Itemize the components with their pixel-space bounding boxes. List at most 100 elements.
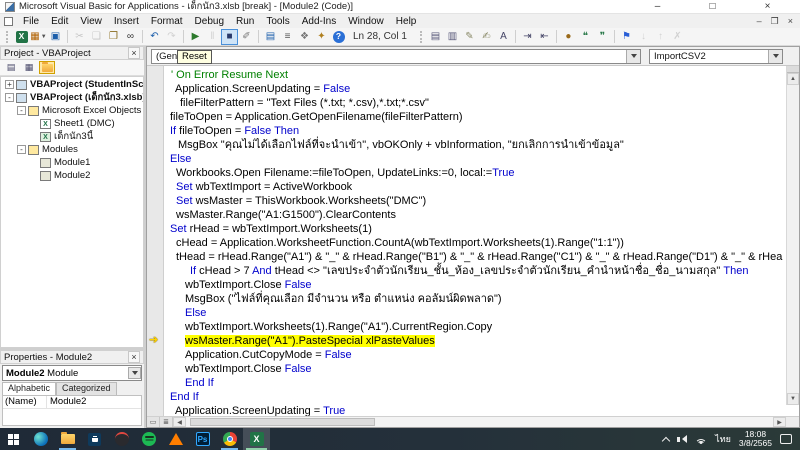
object-browser-icon[interactable]: ❖: [296, 29, 313, 45]
horizontal-scrollbar[interactable]: ▭ ≣ ◀ ▶: [147, 416, 799, 427]
taskbar-store-icon[interactable]: [81, 428, 108, 450]
project-panel-close-icon[interactable]: ×: [128, 47, 140, 59]
copy-icon[interactable]: ❏: [88, 29, 105, 45]
clock[interactable]: 18:08 3/8/2565: [739, 430, 772, 449]
code-line[interactable]: End If: [165, 390, 785, 404]
tab-categorized[interactable]: Categorized: [56, 382, 117, 395]
code-line[interactable]: Application.CutCopyMode = False: [165, 348, 785, 362]
chevron-down-icon[interactable]: [626, 50, 640, 63]
code-line[interactable]: Set wsMaster = ThisWorkbook.Worksheets("…: [165, 194, 785, 208]
taskbar-excel-icon[interactable]: X: [243, 428, 270, 450]
code-line[interactable]: Else: [165, 152, 785, 166]
menu-tools[interactable]: Tools: [260, 16, 295, 27]
design-mode-icon[interactable]: ✐: [238, 29, 255, 45]
chevron-down-icon[interactable]: [128, 367, 141, 379]
code-line[interactable]: wsMaster.Range("A1:G1500").ClearContents: [165, 208, 785, 222]
code-line[interactable]: Set wbTextImport = ActiveWorkbook: [165, 180, 785, 194]
code-line[interactable]: wbTextImport.Worksheets(1).Range("A1").C…: [165, 320, 785, 334]
property-value[interactable]: Module2: [47, 396, 141, 408]
undo-icon[interactable]: ↶: [146, 29, 163, 45]
code-line[interactable]: wsMaster.Range("A1").PasteSpecial xlPast…: [165, 334, 785, 348]
uncomment-block-icon[interactable]: ❞: [594, 29, 611, 45]
outdent-icon[interactable]: ⇤: [536, 29, 553, 45]
procedure-dropdown[interactable]: ImportCSV2: [649, 49, 783, 64]
tree-item[interactable]: -Microsoft Excel Objects: [1, 104, 143, 117]
menu-format[interactable]: Format: [145, 16, 189, 27]
code-line[interactable]: MsgBox ("ไฟล์ที่คุณเลือก มีจำนวน หรือ ตำ…: [165, 292, 785, 306]
toggle-folders-icon[interactable]: [39, 61, 55, 74]
taskbar-vlc-icon[interactable]: [162, 428, 189, 450]
collapse-icon[interactable]: -: [17, 106, 26, 115]
taskbar-round-app-icon[interactable]: [108, 428, 135, 450]
view-code-icon[interactable]: ▤: [3, 61, 19, 74]
collapse-icon[interactable]: -: [17, 145, 26, 154]
collapse-icon[interactable]: -: [5, 93, 14, 102]
indent-icon[interactable]: ⇥: [519, 29, 536, 45]
wifi-icon[interactable]: [695, 435, 707, 444]
code-line[interactable]: End If: [165, 376, 785, 390]
view-object-icon[interactable]: ▦: [21, 61, 37, 74]
hscroll-thumb[interactable]: [190, 418, 375, 426]
notification-center-icon[interactable]: [780, 434, 792, 444]
redo-icon[interactable]: ↷: [163, 29, 180, 45]
toolbox-icon[interactable]: ✦: [313, 29, 330, 45]
volume-icon[interactable]: [677, 435, 687, 443]
save-icon[interactable]: ▣: [47, 29, 64, 45]
code-line[interactable]: If cHead > 7 And tHead <> "เลขประจำตัวนั…: [165, 264, 785, 278]
full-module-view-button[interactable]: ≣: [160, 417, 173, 427]
toggle-breakpoint-icon[interactable]: ●: [560, 29, 577, 45]
taskbar-explorer-icon[interactable]: [54, 428, 81, 450]
menu-window[interactable]: Window: [342, 16, 390, 27]
procedure-view-button[interactable]: ▭: [147, 417, 160, 427]
menu-edit[interactable]: Edit: [45, 16, 74, 27]
property-row[interactable]: (Name)Module2: [3, 396, 141, 409]
language-indicator[interactable]: ไทย: [715, 432, 731, 446]
cut-icon[interactable]: ✂: [71, 29, 88, 45]
maximize-button[interactable]: □: [685, 1, 740, 12]
code-line[interactable]: MsgBox "คุณไม่ได้เลือกไฟล์ที่จะนำเข้า", …: [165, 138, 785, 152]
code-line[interactable]: Else: [165, 306, 785, 320]
code-line[interactable]: wbTextImport.Close False: [165, 362, 785, 376]
next-bookmark-icon[interactable]: ↓: [635, 29, 652, 45]
taskbar-chrome-icon[interactable]: [216, 428, 243, 450]
run-icon[interactable]: ▶: [187, 29, 204, 45]
list-properties-icon[interactable]: ▤: [427, 29, 444, 45]
taskbar-spotify-icon[interactable]: [135, 428, 162, 450]
properties-object-selector[interactable]: Module2 Module: [2, 365, 142, 381]
insert-userform-icon[interactable]: ▦▼: [30, 29, 47, 45]
comment-block-icon[interactable]: ❝: [577, 29, 594, 45]
break-icon[interactable]: ‖: [204, 29, 221, 45]
code-line[interactable]: ' On Error Resume Next: [165, 68, 785, 82]
list-constants-icon[interactable]: ▥: [444, 29, 461, 45]
code-line[interactable]: cHead = Application.WorksheetFunction.Co…: [165, 236, 785, 250]
expand-icon[interactable]: +: [5, 80, 14, 89]
tree-item[interactable]: XSheet1 (DMC): [1, 117, 143, 130]
parameter-info-icon[interactable]: ✍: [478, 29, 495, 45]
code-line[interactable]: Application.ScreenUpdating = True: [165, 404, 785, 416]
taskbar-start-button[interactable]: [0, 428, 27, 450]
tree-item[interactable]: -Modules: [1, 143, 143, 156]
tree-item[interactable]: Xเด็กนัก3นี้: [1, 130, 143, 143]
code-line[interactable]: Set rHead = wbTextImport.Worksheets(1): [165, 222, 785, 236]
code-line[interactable]: fileFilterPattern = "Text Files (*.txt; …: [165, 96, 785, 110]
menu-run[interactable]: Run: [230, 16, 260, 27]
properties-panel-close-icon[interactable]: ×: [128, 351, 140, 363]
clear-bookmarks-icon[interactable]: ✗: [669, 29, 686, 45]
quick-info-icon[interactable]: ✎: [461, 29, 478, 45]
mdi-minimize-button[interactable]: –: [757, 16, 762, 27]
minimize-button[interactable]: –: [630, 1, 685, 12]
menu-insert[interactable]: Insert: [108, 16, 145, 27]
menu-debug[interactable]: Debug: [189, 16, 230, 27]
code-line[interactable]: Workbooks.Open Filename:=fileToOpen, Upd…: [165, 166, 785, 180]
mdi-close-button[interactable]: ×: [788, 16, 793, 27]
code-line[interactable]: wbTextImport.Close False: [165, 278, 785, 292]
code-line[interactable]: If fileToOpen = False Then: [165, 124, 785, 138]
scroll-left-icon[interactable]: ◀: [173, 417, 186, 427]
tree-item[interactable]: Module2: [1, 169, 143, 182]
margin-indicator-bar[interactable]: ➔: [147, 66, 164, 416]
taskbar-photoshop-icon[interactable]: Ps: [189, 428, 216, 450]
paste-icon[interactable]: ❐: [105, 29, 122, 45]
toggle-bookmark-icon[interactable]: ⚑: [618, 29, 635, 45]
tree-item[interactable]: +VBAProject (StudentInSchoolLis: [1, 78, 143, 91]
help-icon[interactable]: ?: [330, 29, 347, 45]
